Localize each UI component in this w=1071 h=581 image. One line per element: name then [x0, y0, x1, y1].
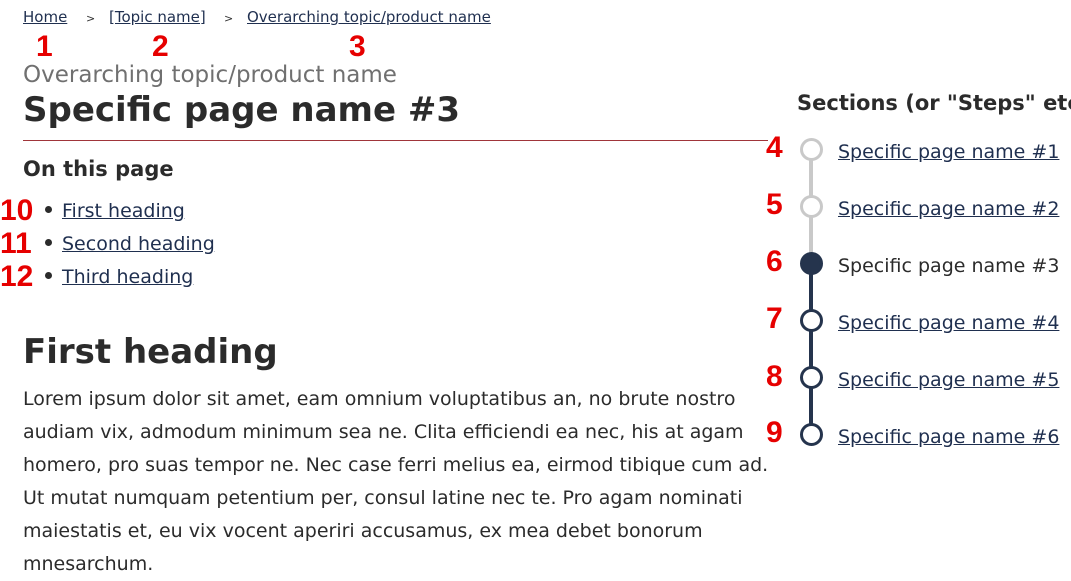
- toc-link-third-heading[interactable]: Third heading: [62, 266, 193, 288]
- annotation-marker: 12: [0, 260, 34, 293]
- step-visited-circle-icon: [800, 138, 823, 161]
- step-connector-upcoming: [809, 270, 813, 430]
- breadcrumb-product-link[interactable]: Overarching topic/product name: [247, 8, 491, 26]
- section-body: Lorem ipsum dolor sit amet, eam omnium v…: [23, 388, 769, 575]
- bullet-icon: [45, 206, 52, 213]
- toc-item: First heading: [45, 198, 215, 231]
- step-current-circle-icon: [800, 252, 823, 275]
- on-this-page-list: First heading Second heading Third headi…: [45, 198, 215, 297]
- annotation-marker: 1: [36, 30, 53, 63]
- bullet-icon: [45, 272, 52, 279]
- bullet-icon: [45, 239, 52, 246]
- step-link-5[interactable]: Specific page name #5: [838, 368, 1059, 392]
- step-link-6[interactable]: Specific page name #6: [838, 425, 1059, 449]
- annotation-marker: 4: [766, 131, 783, 164]
- section-heading: First heading: [23, 332, 278, 372]
- toc-link-first-heading[interactable]: First heading: [62, 200, 185, 222]
- breadcrumb-topic-link[interactable]: [Topic name]: [109, 8, 206, 26]
- on-this-page-heading: On this page: [23, 157, 174, 181]
- step-link-2[interactable]: Specific page name #2: [838, 197, 1059, 221]
- page-supertitle: Overarching topic/product name: [23, 62, 397, 88]
- step-upcoming-circle-icon: [800, 423, 823, 446]
- annotation-marker: 6: [766, 245, 783, 278]
- breadcrumb-separator: >: [86, 12, 96, 25]
- step-visited-circle-icon: [800, 195, 823, 218]
- sections-heading: Sections (or "Steps" etc.): [797, 91, 1071, 115]
- breadcrumb-separator: >: [224, 12, 234, 25]
- step-link-1[interactable]: Specific page name #1: [838, 140, 1059, 164]
- annotation-marker: 3: [349, 30, 366, 63]
- step-current-label: Specific page name #3: [838, 255, 1060, 277]
- breadcrumb-home-link[interactable]: Home: [23, 8, 67, 26]
- annotation-marker: 10: [0, 194, 34, 227]
- toc-item: Second heading: [45, 231, 215, 264]
- step-upcoming-circle-icon: [800, 309, 823, 332]
- annotation-marker: 7: [766, 302, 783, 335]
- annotation-marker: 2: [152, 30, 169, 63]
- title-divider: [23, 140, 768, 141]
- toc-item: Third heading: [45, 264, 215, 297]
- step-upcoming-circle-icon: [800, 366, 823, 389]
- step-link-4[interactable]: Specific page name #4: [838, 311, 1059, 335]
- toc-link-second-heading[interactable]: Second heading: [62, 233, 215, 255]
- annotation-marker: 5: [766, 188, 783, 221]
- page-title: Specific page name #3: [23, 90, 461, 130]
- annotation-marker: 11: [0, 227, 32, 260]
